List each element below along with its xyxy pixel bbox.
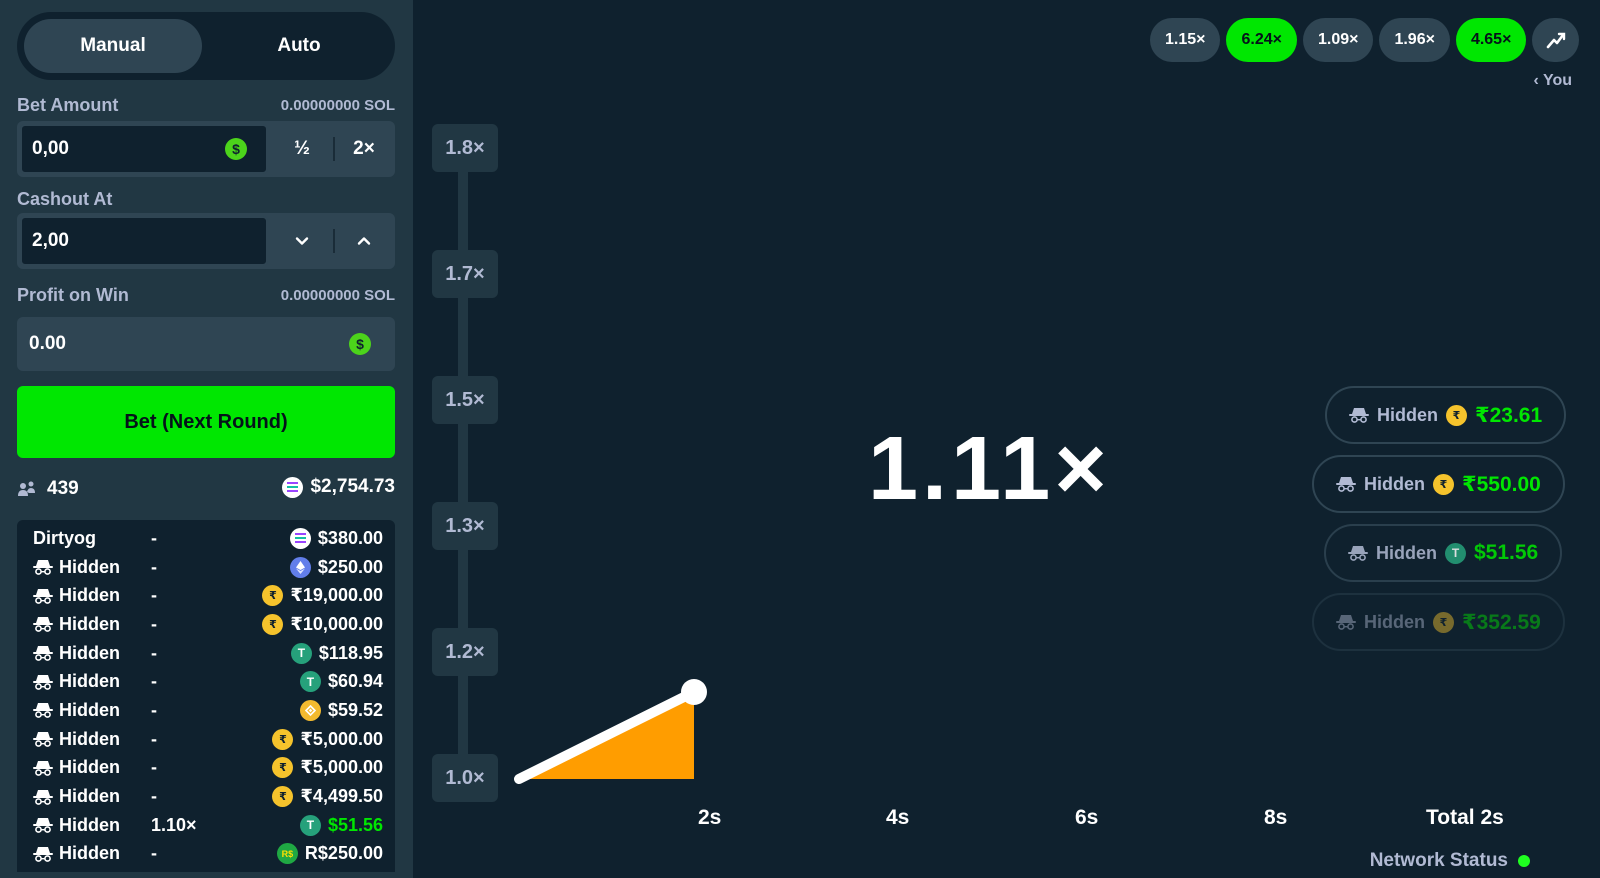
rupee-icon: ₹ <box>1433 611 1454 633</box>
status-dot-icon <box>1518 855 1530 867</box>
cashout-amount: ₹352.59 <box>1462 610 1541 634</box>
cashout-notification: Hidden ₹ ₹352.59 <box>1312 593 1565 651</box>
tether-icon: T <box>1445 542 1466 564</box>
incognito-icon <box>1336 614 1356 630</box>
incognito-icon <box>1348 545 1368 561</box>
cashout-amount: ₹23.61 <box>1475 403 1543 427</box>
cashout-notification: Hidden ₹ ₹550.00 <box>1312 455 1565 513</box>
x-tick-label: 2s <box>698 806 722 829</box>
x-tick-label: 4s <box>886 806 910 829</box>
cashout-user: Hidden <box>1377 404 1438 425</box>
rupee-icon: ₹ <box>1446 404 1467 426</box>
x-tick-label: 8s <box>1264 806 1288 829</box>
cashout-amount: ₹550.00 <box>1462 472 1541 496</box>
incognito-icon <box>1349 407 1369 423</box>
cashout-amount: $51.56 <box>1474 541 1539 564</box>
curve-head <box>681 679 707 705</box>
x-tick-label: Total 2s <box>1426 806 1504 829</box>
cashout-notification: Hidden T $51.56 <box>1324 524 1563 582</box>
current-multiplier: 1.11× <box>868 419 1111 519</box>
incognito-icon <box>1336 476 1356 492</box>
cashout-user: Hidden <box>1364 473 1425 494</box>
x-tick-label: 6s <box>1075 806 1099 829</box>
cashout-user: Hidden <box>1376 542 1437 563</box>
rupee-icon: ₹ <box>1433 473 1454 495</box>
network-status-label: Network Status <box>1369 850 1508 871</box>
network-status: Network Status <box>1370 850 1530 872</box>
cashout-user: Hidden <box>1364 611 1425 632</box>
cashout-notification: Hidden ₹ ₹23.61 <box>1325 386 1567 444</box>
